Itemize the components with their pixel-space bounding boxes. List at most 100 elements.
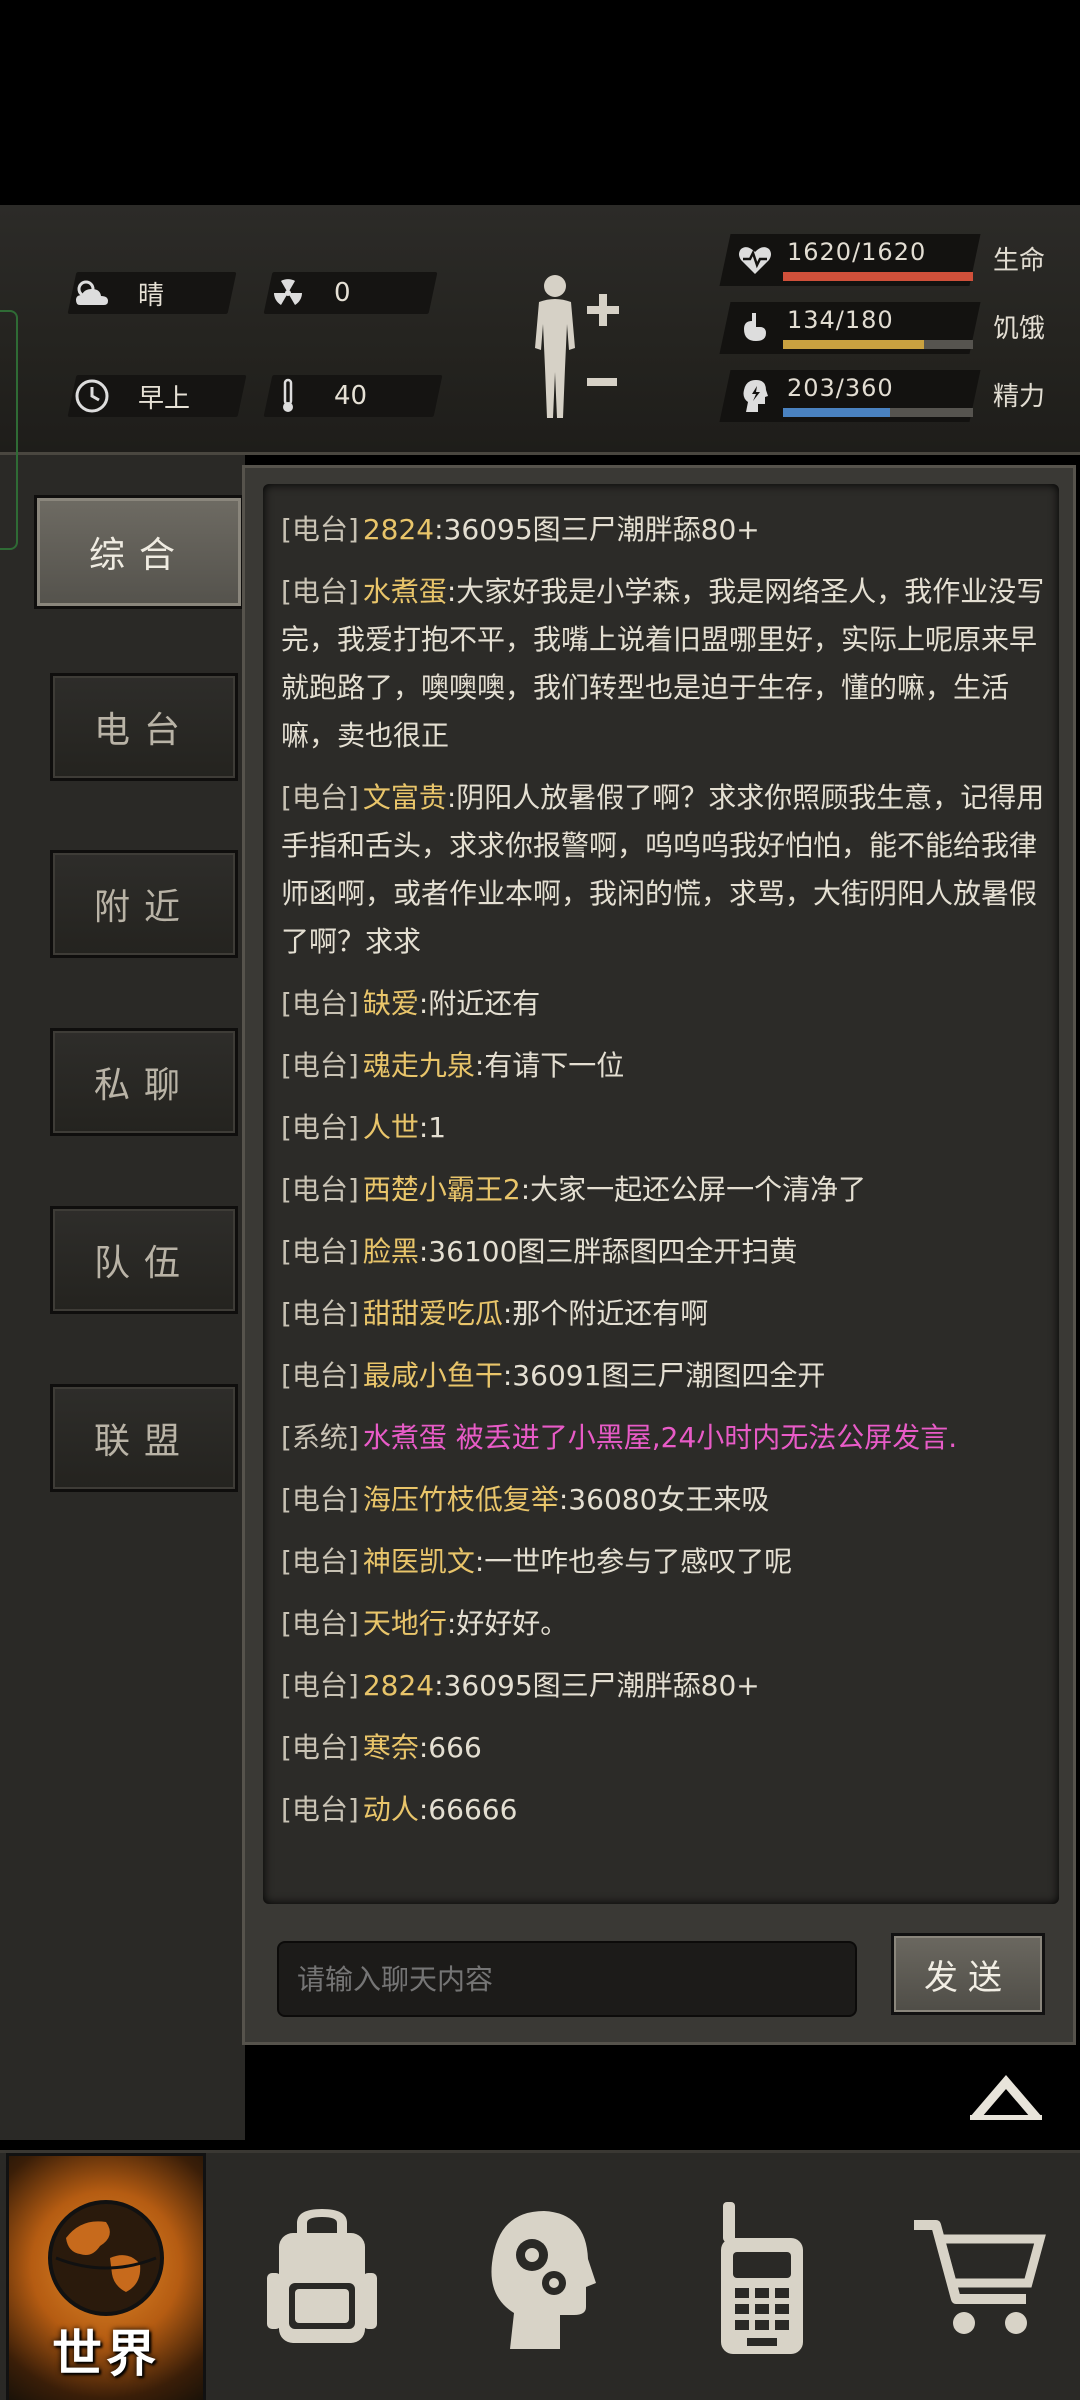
- tab-alliance[interactable]: 联盟: [50, 1384, 238, 1492]
- message-text: :36091图三尸潮图四全开: [502, 1359, 826, 1392]
- chat-message: [电台] 神医凯文:一世咋也参与了感叹了呢: [281, 1538, 1049, 1586]
- message-channel: [电台]: [281, 513, 359, 546]
- message-text: 被丢进了小黑屋,24小时内无法公屏发言.: [446, 1421, 958, 1454]
- message-channel: [电台]: [281, 1297, 359, 1330]
- chat-message: [电台] 文富贵:阴阳人放暑假了啊？求求你照顾我生意，记得用手指和舌头，求求你报警…: [281, 774, 1049, 966]
- system-message: [系统] 水煮蛋 被丢进了小黑屋,24小时内无法公屏发言.: [281, 1414, 1049, 1462]
- message-channel: [电台]: [281, 1483, 359, 1516]
- message-channel: [系统]: [281, 1421, 359, 1454]
- message-channel: [电台]: [281, 1669, 359, 1702]
- chat-message: [电台] 甜甜爱吃瓜:那个附近还有啊: [281, 1290, 1049, 1338]
- message-text: :一世咋也参与了感叹了呢: [474, 1545, 793, 1578]
- message-channel: [电台]: [281, 1173, 359, 1206]
- message-text: :好好好。: [446, 1607, 569, 1640]
- chat-panel: [电台] 2824:36095图三尸潮胖舔80+ [电台] 水煮蛋:大家好我是小学森，…: [242, 465, 1076, 2045]
- health-label: 生命: [993, 246, 1046, 276]
- message-channel: [电台]: [281, 1049, 359, 1082]
- chat-message: [电台] 最咸小鱼干:36091图三尸潮图四全开: [281, 1352, 1049, 1400]
- backpack-icon: [267, 2209, 377, 2343]
- message-nickname[interactable]: 人世: [363, 1111, 419, 1144]
- chat-message: [电台] 魂走九泉:有请下一位: [281, 1042, 1049, 1090]
- heart-pulse-icon: [735, 240, 775, 280]
- stomach-icon: [735, 308, 775, 348]
- message-nickname[interactable]: 缺爱: [363, 987, 419, 1020]
- send-button[interactable]: 发送: [891, 1933, 1045, 2015]
- temperature-stat: 40: [263, 375, 443, 417]
- tab-radio[interactable]: 电台: [50, 673, 238, 781]
- tab-general[interactable]: 综合: [34, 495, 244, 609]
- radiation-icon: [268, 273, 308, 313]
- clock-icon: [72, 376, 112, 416]
- collapse-chevron-icon[interactable]: [966, 2065, 1046, 2125]
- time-stat: 早上: [67, 375, 247, 417]
- message-text: :36095图三尸潮胖舔80+: [434, 1669, 760, 1702]
- chat-message: [电台] 2824:36095图三尸潮胖舔80+: [281, 1662, 1049, 1710]
- bottom-nav: 世界: [0, 2150, 1080, 2400]
- tab-private[interactable]: 私聊: [50, 1028, 238, 1136]
- side-drawer-handle[interactable]: [0, 310, 18, 550]
- globe-icon: [48, 2200, 164, 2316]
- nav-shop[interactable]: [880, 2153, 1080, 2400]
- message-nickname[interactable]: 2824: [363, 1669, 434, 1702]
- message-channel: [电台]: [281, 987, 359, 1020]
- message-text: :有请下一位: [474, 1049, 625, 1082]
- message-channel: [电台]: [281, 1359, 359, 1392]
- thermometer-icon: [268, 376, 308, 416]
- message-nickname[interactable]: 文富贵: [363, 781, 447, 814]
- tab-nearby[interactable]: 附近: [50, 850, 238, 958]
- chat-message: [电台] 动人:66666: [281, 1786, 1049, 1834]
- message-nickname[interactable]: 寒奈: [363, 1731, 419, 1764]
- hunger-value: 134/180: [787, 306, 894, 334]
- message-text: :大家一起还公屏一个清净了: [520, 1173, 867, 1206]
- hunger-bar: [783, 340, 973, 349]
- time-of-day: 早上: [138, 383, 191, 414]
- hunger-vital: 134/180 饥饿: [719, 302, 1055, 354]
- health-bar: [783, 272, 973, 281]
- message-channel: [电台]: [281, 575, 359, 608]
- message-nickname[interactable]: 动人: [363, 1793, 419, 1826]
- temperature-value: 40: [334, 381, 368, 411]
- chat-message: [电台] 西楚小霸王2:大家一起还公屏一个清净了: [281, 1166, 1049, 1214]
- tab-team[interactable]: 队伍: [50, 1206, 238, 1314]
- energy-vital: 203/360 精力: [719, 370, 1055, 422]
- message-nickname[interactable]: 天地行: [363, 1607, 447, 1640]
- message-nickname[interactable]: 脸黑: [363, 1235, 419, 1268]
- chat-message-list[interactable]: [电台] 2824:36095图三尸潮胖舔80+ [电台] 水煮蛋:大家好我是小学森，…: [263, 484, 1059, 1904]
- chat-message: [电台] 人世:1: [281, 1104, 1049, 1152]
- chat-message: [电台] 水煮蛋:大家好我是小学森，我是网络圣人，我作业没写完，我爱打抱不平，我嘴…: [281, 568, 1049, 760]
- cart-icon: [914, 2220, 1046, 2334]
- message-nickname[interactable]: 最咸小鱼干: [363, 1359, 503, 1392]
- walkie-talkie-icon: [721, 2202, 803, 2354]
- health-vital: 1620/1620 生命: [719, 234, 1055, 286]
- message-nickname[interactable]: 魂走九泉: [363, 1049, 475, 1082]
- message-channel: [电台]: [281, 1731, 359, 1764]
- energy-bar: [783, 408, 973, 417]
- head-gears-icon: [491, 2211, 596, 2349]
- message-nickname[interactable]: 2824: [363, 513, 434, 546]
- chat-message: [电台] 天地行:好好好。: [281, 1600, 1049, 1648]
- weather-label: 晴: [138, 280, 165, 311]
- nav-world[interactable]: 世界: [6, 2153, 206, 2400]
- message-channel: [电台]: [281, 1235, 359, 1268]
- message-nickname[interactable]: 甜甜爱吃瓜: [363, 1297, 503, 1330]
- chat-message: [电台] 2824:36095图三尸潮胖舔80+: [281, 506, 1049, 554]
- chat-message: [电台] 缺爱:附近还有: [281, 980, 1049, 1028]
- message-text: :1: [418, 1111, 447, 1144]
- chat-message: [电台] 脸黑:36100图三胖舔图四全开扫黄: [281, 1228, 1049, 1276]
- message-text: :666: [418, 1731, 482, 1764]
- message-text: :那个附近还有啊: [502, 1297, 709, 1330]
- message-channel: [电台]: [281, 1793, 359, 1826]
- body-status-icon[interactable]: [525, 268, 645, 428]
- nav-radio[interactable]: [662, 2153, 862, 2400]
- message-channel: [电台]: [281, 781, 359, 814]
- nav-inventory[interactable]: [222, 2153, 422, 2400]
- message-channel: [电台]: [281, 1545, 359, 1578]
- message-nickname[interactable]: 海压竹枝低复举: [363, 1483, 559, 1516]
- nav-skills[interactable]: [440, 2153, 640, 2400]
- message-nickname[interactable]: 西楚小霸王2: [363, 1173, 521, 1206]
- message-nickname[interactable]: 水煮蛋: [363, 1421, 447, 1454]
- hunger-label: 饥饿: [993, 314, 1046, 344]
- message-nickname[interactable]: 神医凯文: [363, 1545, 475, 1578]
- chat-input[interactable]: [277, 1941, 857, 2017]
- message-nickname[interactable]: 水煮蛋: [363, 575, 447, 608]
